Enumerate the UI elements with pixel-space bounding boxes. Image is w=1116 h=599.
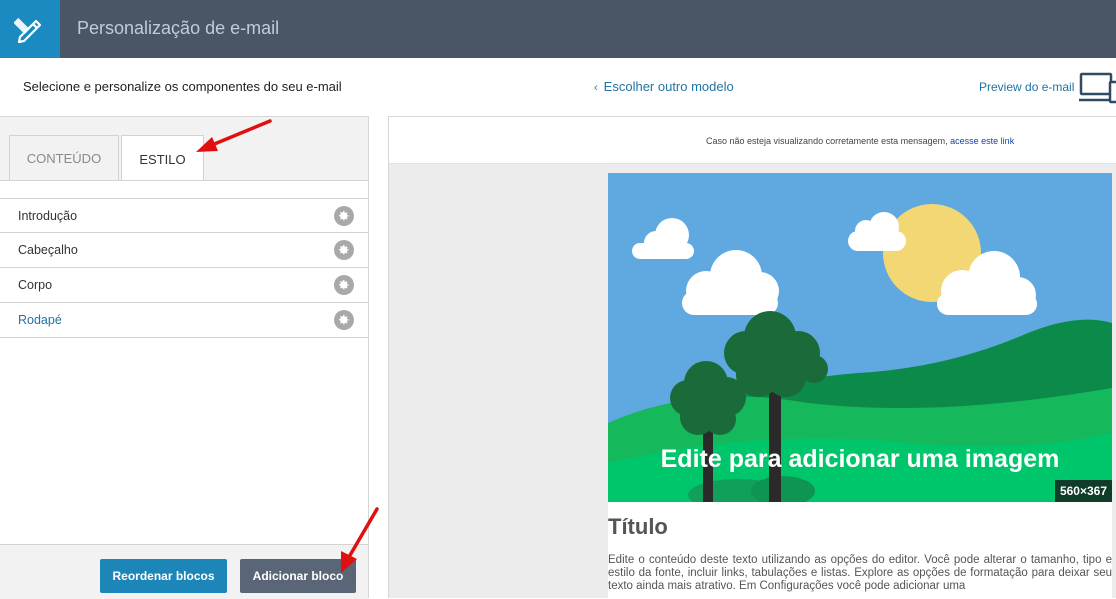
image-dimensions-badge: 560×367	[1054, 480, 1112, 502]
view-online-link[interactable]: acesse este link	[950, 136, 1014, 146]
gear-icon[interactable]	[334, 240, 354, 260]
devices-icon[interactable]	[1079, 72, 1116, 111]
add-block-button[interactable]: Adicionar bloco	[240, 559, 356, 593]
view-online-notice: Caso não esteja visualizando corretament…	[706, 136, 1014, 146]
email-content: Edite para adicionar uma imagem 560×367 …	[608, 173, 1112, 599]
tab-estilo[interactable]: ESTILO	[121, 135, 204, 182]
instruction-text: Selecione e personalize os componentes d…	[23, 79, 342, 94]
gear-icon[interactable]	[334, 206, 354, 226]
email-title[interactable]: Título	[608, 514, 668, 540]
style-item-corpo[interactable]: Corpo	[0, 268, 368, 303]
style-item-rodape[interactable]: Rodapé	[0, 303, 368, 338]
style-list: Introdução Cabeçalho Corpo Rodapé	[0, 180, 368, 544]
image-placeholder[interactable]: Edite para adicionar uma imagem 560×367	[608, 173, 1112, 502]
component-panel: CONTEÚDO ESTILO Introdução Cabeçalho Cor…	[0, 116, 369, 599]
chevron-left-icon: ‹	[594, 82, 598, 94]
style-item-label: Introdução	[18, 208, 78, 223]
panel-actions: Reordenar blocos Adicionar bloco	[0, 544, 368, 599]
gear-icon[interactable]	[334, 310, 354, 330]
choose-template-link[interactable]: ‹ Escolher outro modelo	[594, 79, 734, 94]
page-title: Personalização de e-mail	[77, 18, 280, 38]
image-caption: Edite para adicionar uma imagem	[660, 445, 1060, 473]
email-preview-link[interactable]: Preview do e-mail	[979, 80, 1074, 94]
style-item-label: Corpo	[18, 278, 53, 292]
choose-template-label: Escolher outro modelo	[603, 79, 734, 94]
tab-conteudo[interactable]: CONTEÚDO	[9, 135, 119, 181]
style-item-cabecalho[interactable]: Cabeçalho	[0, 233, 368, 268]
reorder-blocks-button[interactable]: Reordenar blocos	[100, 559, 227, 593]
app-header: Personalização de e-mail	[0, 0, 1116, 58]
sub-header: Selecione e personalize os componentes d…	[0, 58, 1116, 116]
style-item-introducao[interactable]: Introdução	[0, 198, 368, 233]
style-item-label: Cabeçalho	[18, 243, 78, 257]
email-body-text[interactable]: Edite o conteúdo deste texto utilizando …	[608, 554, 1112, 593]
gear-icon[interactable]	[334, 275, 354, 295]
pencil-ruler-icon	[0, 0, 60, 58]
email-preview: Caso não esteja visualizando corretament…	[388, 116, 1116, 599]
preview-notice-bar: Caso não esteja visualizando corretament…	[389, 117, 1116, 164]
notice-text: Caso não esteja visualizando corretament…	[706, 136, 948, 146]
panel-tabs: CONTEÚDO ESTILO	[0, 117, 368, 182]
style-item-label: Rodapé	[18, 313, 62, 327]
